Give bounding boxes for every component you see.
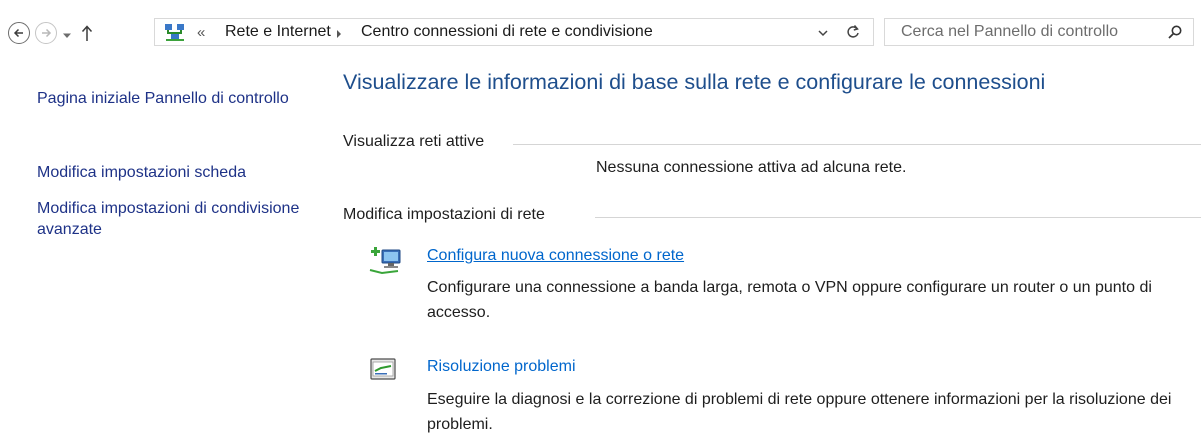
up-arrow-icon: [81, 25, 93, 41]
chevron-down-icon: [63, 33, 71, 38]
address-dropdown-icon[interactable]: [817, 28, 829, 38]
forward-button[interactable]: [35, 22, 57, 44]
search-placeholder[interactable]: Cerca nel Pannello di controllo: [901, 23, 1118, 41]
back-button[interactable]: [8, 22, 30, 44]
page-title: Visualizzare le informazioni di base sul…: [343, 70, 1046, 94]
troubleshoot-link[interactable]: Risoluzione problemi: [427, 358, 576, 376]
breadcrumb-centro-connessioni[interactable]: Centro connessioni di rete e condivision…: [361, 23, 653, 41]
breadcrumb-rete-internet[interactable]: Rete e Internet: [225, 23, 331, 41]
back-arrow-icon: [13, 28, 23, 38]
active-networks-heading: Visualizza reti attive: [343, 133, 493, 151]
sidebar-item-sharing-settings[interactable]: Modifica impostazioni di condivisione av…: [37, 198, 302, 240]
sidebar-item-adapter-settings[interactable]: Modifica impostazioni scheda: [37, 162, 302, 183]
forward-arrow-icon: [42, 28, 52, 38]
troubleshoot-description: Eseguire la diagnosi e la correzione di …: [427, 391, 1172, 433]
change-settings-heading: Modifica impostazioni di rete: [343, 206, 553, 224]
search-icon[interactable]: [1167, 24, 1183, 40]
network-center-icon: [165, 24, 184, 41]
up-button[interactable]: [80, 22, 94, 49]
breadcrumb-arrow-icon[interactable]: [335, 29, 343, 39]
recent-locations-button[interactable]: [62, 27, 72, 45]
section-divider: [595, 217, 1201, 218]
refresh-icon[interactable]: [845, 24, 861, 40]
address-bar[interactable]: « Rete e Internet Centro connessioni di …: [154, 18, 874, 46]
breadcrumb-overflow[interactable]: «: [197, 24, 205, 41]
search-box[interactable]: Cerca nel Pannello di controllo: [884, 18, 1194, 46]
no-connection-status: Nessuna connessione attiva ad alcuna ret…: [596, 159, 907, 176]
section-divider: [513, 144, 1201, 145]
network-setup-icon: [369, 247, 401, 275]
setup-connection-link[interactable]: Configura nuova connessione o rete: [427, 247, 684, 265]
sidebar-item-home[interactable]: Pagina iniziale Pannello di controllo: [37, 88, 302, 109]
setup-connection-description: Configurare una connessione a banda larg…: [427, 279, 1152, 321]
troubleshoot-icon: [370, 358, 396, 380]
navigation-bar: « Rete e Internet Centro connessioni di …: [0, 0, 1201, 62]
